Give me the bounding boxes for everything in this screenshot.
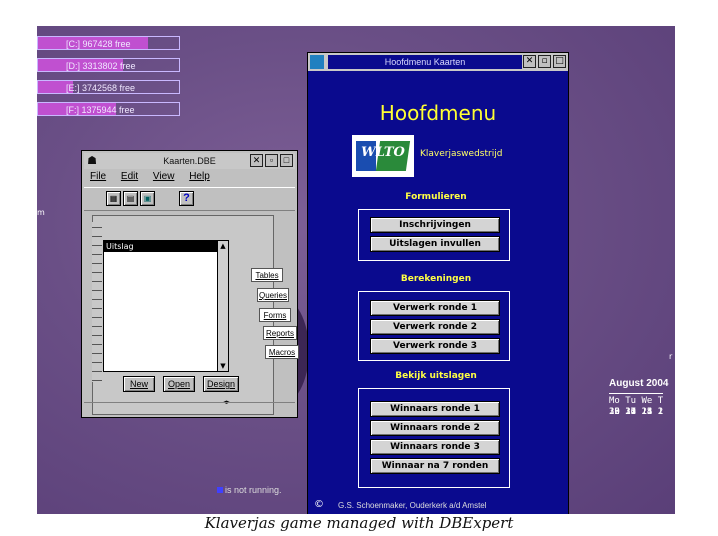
- verwerk-ronde-2-button[interactable]: Verwerk ronde 2: [370, 319, 500, 335]
- notebook-rings: [92, 222, 102, 382]
- winnaars-ronde-2-button[interactable]: Winnaars ronde 2: [370, 420, 500, 436]
- section-title-berekeningen: Berekeningen: [400, 274, 472, 284]
- tab-forms[interactable]: Forms: [259, 308, 291, 322]
- winnaar-na-7-ronden-button[interactable]: Winnaar na 7 ronden: [370, 458, 500, 474]
- status-icon: [217, 487, 223, 493]
- hoofdmenu-heading: Hoofdmenu: [379, 101, 497, 125]
- minimize-button[interactable]: ▫: [265, 154, 278, 167]
- design-button[interactable]: Design: [203, 376, 239, 392]
- object-list[interactable]: Uitslag ▲ ▼: [103, 240, 229, 372]
- drive-f-bar: [F:] 1375944 free: [37, 102, 180, 116]
- scroll-up-icon[interactable]: ▲: [218, 241, 228, 251]
- db-titlebar[interactable]: ☗ Kaarten.DBE ✕ ▫ □: [84, 153, 295, 169]
- db-toolbar: ▦ ▤ ▣ ?: [84, 187, 295, 211]
- caption: Klaverjas game managed with DBExpert: [204, 514, 514, 532]
- db-menubar: File Edit View Help: [84, 171, 295, 185]
- db-notebook: Uitslag ▲ ▼ Tables Queries Forms Reports…: [92, 215, 299, 415]
- drive-c-label: [C:] 967428 free: [66, 39, 131, 49]
- tab-macros[interactable]: Macros: [265, 345, 299, 359]
- toolbar-properties-icon[interactable]: ▦: [106, 191, 121, 206]
- wlto-logo: WLTO: [352, 135, 414, 177]
- uitslagen-invullen-button[interactable]: Uitslagen invullen: [370, 236, 500, 252]
- scroll-down-icon[interactable]: ▼: [218, 361, 228, 371]
- tab-reports[interactable]: Reports: [263, 326, 297, 340]
- hoofdmenu-footer: G.S. Schoenmaker, Ouderkerk a/d Amstel: [338, 501, 487, 510]
- hoofdmenu-window[interactable]: Hoofdmenu Kaarten ✕ ▫ □ Hoofdmenu WLTO K…: [307, 52, 569, 514]
- tab-queries[interactable]: Queries: [257, 288, 289, 302]
- toolbar-help-icon[interactable]: ?: [179, 191, 194, 206]
- verwerk-ronde-3-button[interactable]: Verwerk ronde 3: [370, 338, 500, 354]
- hoofdmenu-minimize-button[interactable]: ▫: [538, 55, 551, 68]
- winnaars-ronde-3-button[interactable]: Winnaars ronde 3: [370, 439, 500, 455]
- object-list-item-uitslag[interactable]: Uitslag: [104, 241, 228, 252]
- menu-help[interactable]: Help: [189, 171, 210, 182]
- db-window[interactable]: ☗ Kaarten.DBE ✕ ▫ □ File Edit View Help …: [81, 150, 299, 418]
- menu-edit[interactable]: Edit: [121, 171, 138, 182]
- maximize-button[interactable]: □: [280, 154, 293, 167]
- tab-tables[interactable]: Tables: [251, 268, 283, 282]
- inschrijvingen-button[interactable]: Inschrijvingen: [370, 217, 500, 233]
- desktop-letter-left: m: [37, 208, 45, 217]
- status-line: is not running.: [217, 485, 282, 495]
- status-text: is not running.: [225, 485, 282, 495]
- drive-c-bar: [C:] 967428 free: [37, 36, 180, 50]
- hoofdmenu-subtitle: Klaverjaswedstrijd: [420, 149, 503, 159]
- toolbar-list-icon[interactable]: ▤: [123, 191, 138, 206]
- calendar-row-5: 30 31: [609, 407, 637, 417]
- object-list-scrollbar[interactable]: ▲ ▼: [217, 241, 228, 371]
- hoofdmenu-app-icon[interactable]: [310, 55, 324, 69]
- drive-e-bar: [E:] 3742568 free: [37, 80, 180, 94]
- hoofdmenu-window-title: Hoofdmenu Kaarten: [328, 55, 522, 69]
- calendar-title: August 2004: [609, 378, 669, 389]
- desktop-letter-right: r: [669, 352, 673, 361]
- new-button[interactable]: New: [123, 376, 155, 392]
- db-statusbar: [84, 402, 295, 415]
- close-button[interactable]: ✕: [250, 154, 263, 167]
- copyright-icon: ©: [314, 499, 324, 510]
- drive-f-label: [F:] 1375944 free: [66, 105, 135, 115]
- drive-e-label: [E:] 3742568 free: [66, 83, 136, 93]
- drive-d-label: [D:] 3313802 free: [66, 61, 136, 71]
- open-button[interactable]: Open: [163, 376, 195, 392]
- calendar-widget: August 2004 Mo Tu We T 2 3 4 9 10 11 1 1…: [609, 378, 675, 514]
- calendar-weekdays: Mo Tu We T: [609, 393, 664, 406]
- hoofdmenu-maximize-button[interactable]: □: [553, 55, 566, 68]
- section-title-formulieren: Formulieren: [405, 192, 467, 202]
- drive-d-bar: [D:] 3313802 free: [37, 58, 180, 72]
- toolbar-door-icon[interactable]: ▣: [140, 191, 155, 206]
- menu-view[interactable]: View: [153, 171, 175, 182]
- system-menu-icon[interactable]: ☗: [85, 154, 99, 168]
- hoofdmenu-close-button[interactable]: ✕: [523, 55, 536, 68]
- db-window-title: Kaarten.DBE: [163, 156, 216, 166]
- desktop: [C:] 967428 free [D:] 3313802 free [E:] …: [37, 26, 675, 514]
- hoofdmenu-titlebar[interactable]: Hoofdmenu Kaarten ✕ ▫ □: [308, 53, 568, 71]
- logo-text: WLTO: [361, 145, 405, 160]
- section-title-bekijk-uitslagen: Bekijk uitslagen: [395, 371, 477, 381]
- winnaars-ronde-1-button[interactable]: Winnaars ronde 1: [370, 401, 500, 417]
- menu-file[interactable]: File: [90, 171, 106, 182]
- verwerk-ronde-1-button[interactable]: Verwerk ronde 1: [370, 300, 500, 316]
